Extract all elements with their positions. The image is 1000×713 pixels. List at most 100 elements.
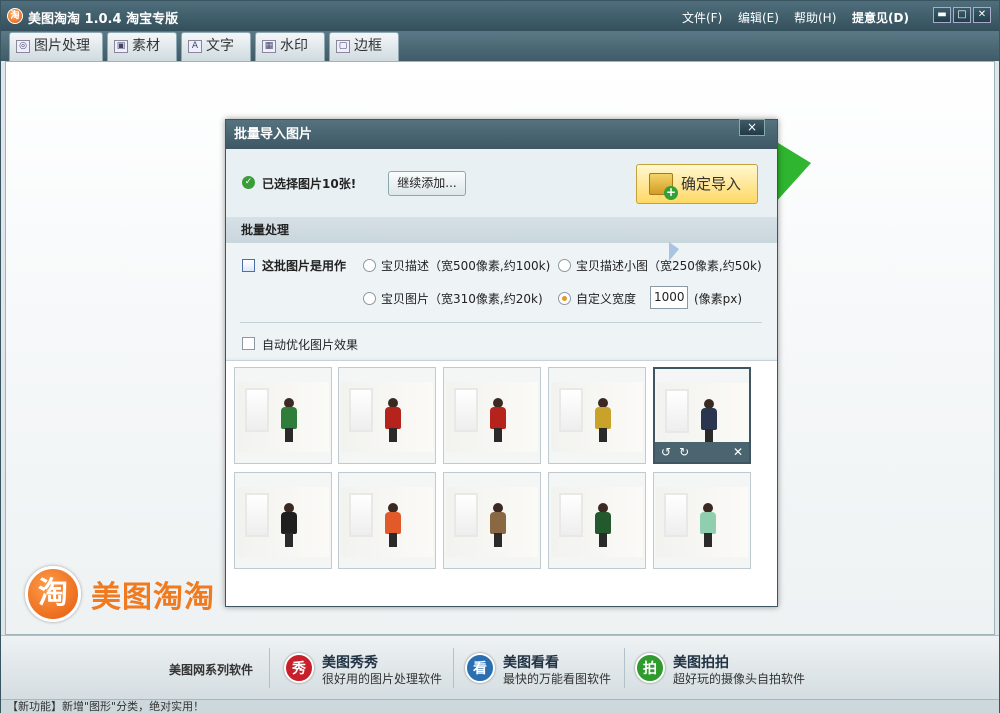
photo-window xyxy=(245,493,269,537)
series-label: 美图网系列软件 xyxy=(169,663,254,677)
model-legs xyxy=(389,533,397,547)
batch-heading: 批量处理 xyxy=(226,217,777,243)
rotate-right-icon[interactable]: ↻ xyxy=(679,443,689,461)
model-outfit xyxy=(281,512,297,534)
footer-bar: 美图网系列软件 秀 美图秀秀 很好用的图片处理软件 看 美图看看 最快的万能看图… xyxy=(1,635,999,699)
dialog-title: 批量导入图片 xyxy=(226,120,777,149)
app-logo-icon: 淘 xyxy=(7,8,23,24)
photo-model xyxy=(701,399,717,443)
thumbnail-photo xyxy=(237,382,329,452)
photo-window xyxy=(559,388,583,432)
model-outfit xyxy=(701,408,717,430)
product-name: 美图秀秀 xyxy=(322,655,378,671)
product-paipai-link[interactable]: 拍 美图拍拍 超好玩的摄像头自拍软件 xyxy=(635,649,815,689)
text-icon: A xyxy=(188,40,202,53)
thumbnail-grid: ↺ ↻ ✕ xyxy=(226,360,777,606)
brand-logo: 淘 美图淘淘 xyxy=(25,566,215,622)
thumbnail-photo xyxy=(551,382,643,452)
menu-help[interactable]: 帮助(H) xyxy=(794,9,836,26)
title-bar: 淘 美图淘淘 1.0.4 淘宝专版 文件(F) 编辑(E) 帮助(H) 提意见(… xyxy=(1,1,999,31)
photo-window xyxy=(454,493,478,537)
thumbnail-photo xyxy=(551,487,643,557)
photo-window xyxy=(454,388,478,432)
model-legs xyxy=(285,533,293,547)
thumbnail-3[interactable] xyxy=(443,367,541,464)
model-outfit xyxy=(490,407,506,429)
photo-model xyxy=(490,503,506,547)
radio-desc-500[interactable] xyxy=(363,259,376,272)
thumbnail-1[interactable] xyxy=(234,367,332,464)
tab-image-process[interactable]: ◎ 图片处理 xyxy=(9,32,103,61)
rotate-left-icon[interactable]: ↺ xyxy=(661,443,671,461)
model-legs xyxy=(389,428,397,442)
radio-item-310[interactable] xyxy=(363,292,376,305)
status-bar: 【新功能】新增"图形"分类，绝对实用！ xyxy=(1,699,999,713)
photo-window xyxy=(559,493,583,537)
thumbnail-4[interactable] xyxy=(548,367,646,464)
menu-edit[interactable]: 编辑(E) xyxy=(738,9,779,26)
tab-label: 图片处理 xyxy=(34,38,90,54)
watermark-icon: ▦ xyxy=(262,40,276,53)
custom-width-input[interactable]: 1000 xyxy=(650,286,688,309)
tab-material[interactable]: ▣ 素材 xyxy=(107,32,177,61)
thumbnail-photo xyxy=(656,487,748,557)
minimize-button[interactable]: ▬ xyxy=(933,7,951,23)
thumbnail-6[interactable] xyxy=(234,472,332,569)
thumbnail-2[interactable] xyxy=(338,367,436,464)
model-outfit xyxy=(385,407,401,429)
divider xyxy=(453,648,454,688)
check-icon: ✓ xyxy=(242,176,255,189)
brand-circle-icon: 淘 xyxy=(25,566,81,622)
model-legs xyxy=(494,428,502,442)
frame-icon: ▢ xyxy=(336,40,350,53)
thumbnail-10[interactable] xyxy=(653,472,751,569)
photo-window xyxy=(349,388,373,432)
confirm-import-button[interactable]: 确定导入 xyxy=(636,164,758,204)
kankan-icon: 看 xyxy=(465,653,495,683)
radio-custom-width[interactable] xyxy=(558,292,571,305)
product-kankan-link[interactable]: 看 美图看看 最快的万能看图软件 xyxy=(465,649,625,689)
tab-text[interactable]: A 文字 xyxy=(181,32,251,61)
width-unit-label: (像素px) xyxy=(694,292,743,306)
photo-window xyxy=(664,493,688,537)
thumbnail-photo xyxy=(341,382,433,452)
menu-file[interactable]: 文件(F) xyxy=(682,9,722,26)
photo-model xyxy=(595,398,611,442)
thumbnail-photo xyxy=(446,382,538,452)
remove-thumbnail-icon[interactable]: ✕ xyxy=(733,443,743,461)
product-desc: 很好用的图片处理软件 xyxy=(322,672,443,686)
close-button[interactable]: ✕ xyxy=(973,7,991,23)
tab-watermark[interactable]: ▦ 水印 xyxy=(255,32,325,61)
radio-desc-500-label: 宝贝描述（宽500像素,约100k) xyxy=(381,259,551,273)
product-desc: 超好玩的摄像头自拍软件 xyxy=(673,672,806,686)
model-legs xyxy=(704,533,712,547)
photo-model xyxy=(385,503,401,547)
selected-count-text: 已选择图片10张! xyxy=(262,177,357,191)
brand-wordmark: 美图淘淘 xyxy=(91,580,215,615)
tab-label: 水印 xyxy=(280,38,308,54)
photo-window xyxy=(245,388,269,432)
radio-desc-250[interactable] xyxy=(558,259,571,272)
thumbnail-5[interactable]: ↺ ↻ ✕ xyxy=(653,367,751,464)
thumbnail-photo xyxy=(237,487,329,557)
window-controls: ▬ □ ✕ xyxy=(933,7,991,23)
model-outfit xyxy=(490,512,506,534)
menu-feedback[interactable]: 提意见(D) xyxy=(852,9,909,26)
tab-label: 素材 xyxy=(132,38,160,54)
tab-bar: ◎ 图片处理 ▣ 素材 A 文字 ▦ 水印 ▢ 边框 xyxy=(1,31,999,61)
photo-window xyxy=(665,389,689,433)
thumbnail-9[interactable] xyxy=(548,472,646,569)
maximize-button[interactable]: □ xyxy=(953,7,971,23)
thumbnail-8[interactable] xyxy=(443,472,541,569)
dialog-close-button[interactable]: × xyxy=(739,119,765,136)
auto-optimize-checkbox[interactable] xyxy=(242,337,255,350)
thumbnail-photo xyxy=(341,487,433,557)
tab-frame[interactable]: ▢ 边框 xyxy=(329,32,399,61)
material-icon: ▣ xyxy=(114,40,128,53)
product-desc: 最快的万能看图软件 xyxy=(503,672,612,686)
product-xiuxiu-link[interactable]: 秀 美图秀秀 很好用的图片处理软件 xyxy=(284,649,444,689)
add-more-button[interactable]: 继续添加... xyxy=(388,171,466,196)
image-process-icon: ◎ xyxy=(16,40,30,53)
thumbnail-7[interactable] xyxy=(338,472,436,569)
product-name: 美图拍拍 xyxy=(673,655,729,671)
